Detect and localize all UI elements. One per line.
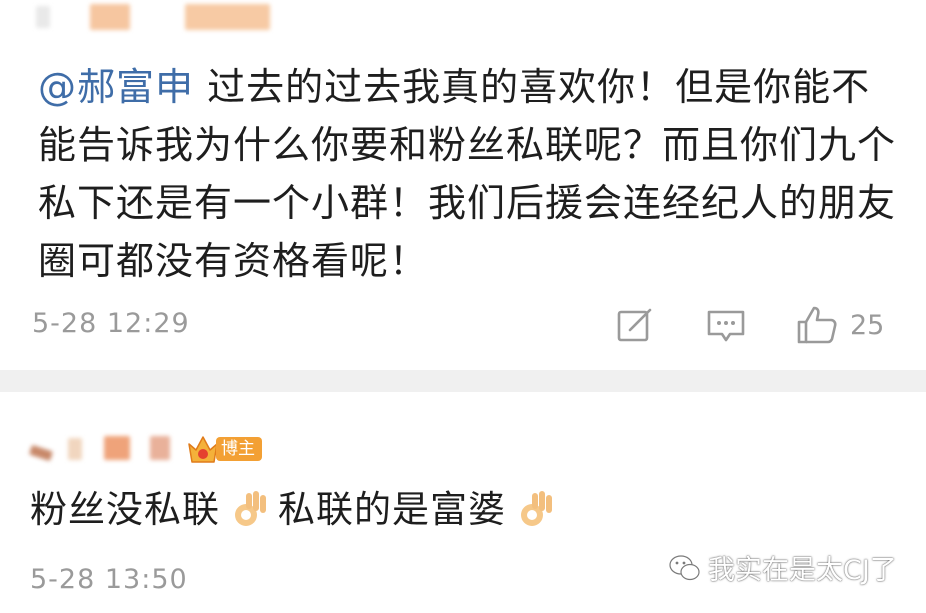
share-edit-icon bbox=[617, 308, 652, 342]
blogger-badge: 博主 bbox=[186, 432, 262, 466]
comment-button[interactable] bbox=[706, 308, 746, 344]
wechat-icon bbox=[669, 554, 700, 580]
ok-hand-emoji-2 bbox=[521, 491, 552, 526]
reply-timestamp: 5-28 13:50 bbox=[30, 564, 188, 595]
comment-icon bbox=[707, 310, 745, 342]
like-button[interactable]: 25 bbox=[796, 304, 884, 346]
section-divider bbox=[0, 370, 926, 392]
watermark-text: 我实在是太CJ了 bbox=[708, 555, 897, 586]
reply-text-part1: 粉丝没私联 bbox=[30, 488, 220, 531]
crown-badge-icon bbox=[188, 436, 218, 463]
comment-text: @郝富申 过去的过去我真的喜欢你！但是你能不能告诉我为什么你要和粉丝私联呢？而且… bbox=[38, 58, 908, 290]
ok-hand-emoji bbox=[235, 491, 266, 526]
like-count: 25 bbox=[850, 309, 885, 341]
mention-link[interactable]: @郝富申 bbox=[38, 65, 194, 109]
thumbs-up-icon bbox=[797, 306, 837, 344]
badge-label: 博主 bbox=[216, 437, 262, 461]
reply-text: 粉丝没私联 私联的是富婆 bbox=[30, 482, 564, 538]
comment-timestamp: 5-28 12:29 bbox=[32, 308, 190, 339]
reply-text-part2: 私联的是富婆 bbox=[278, 488, 506, 531]
watermark: 我实在是太CJ了 bbox=[668, 548, 897, 587]
share-button[interactable] bbox=[616, 306, 654, 344]
